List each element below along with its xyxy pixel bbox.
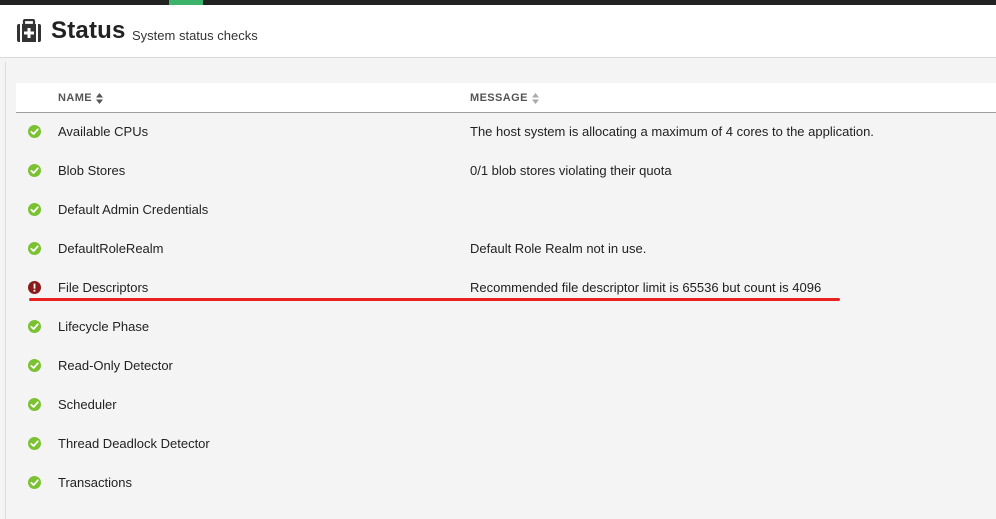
- check-circle-icon: [28, 164, 41, 177]
- row-message: Default Role Realm not in use.: [470, 241, 647, 256]
- row-name: File Descriptors: [58, 280, 149, 295]
- column-header-message-label: MESSAGE: [470, 92, 528, 104]
- page-header: Status System status checks: [0, 5, 996, 58]
- row-name: Default Admin Credentials: [58, 202, 209, 217]
- page-title: Status: [51, 17, 126, 44]
- row-name: Read-Only Detector: [58, 358, 173, 373]
- sort-icon: [96, 92, 103, 104]
- page-subtitle: System status checks: [132, 28, 258, 43]
- annotation-underline: [29, 298, 840, 301]
- check-circle-icon: [28, 437, 41, 450]
- row-name: Transactions: [58, 475, 132, 490]
- check-circle-icon: [28, 320, 41, 333]
- column-header-name[interactable]: NAME: [58, 92, 103, 104]
- table-row[interactable]: Available CPUs The host system is allocat…: [16, 112, 996, 151]
- table-row[interactable]: Thread Deadlock Detector: [16, 424, 996, 463]
- error-exclamation-icon: [28, 281, 41, 294]
- table-row[interactable]: Transactions: [16, 463, 996, 502]
- table-row[interactable]: Default Admin Credentials: [16, 190, 996, 229]
- table-row[interactable]: File Descriptors Recommended file descrip…: [16, 268, 996, 307]
- column-header-message[interactable]: MESSAGE: [470, 92, 539, 104]
- sort-icon: [531, 92, 539, 104]
- row-name: Available CPUs: [58, 124, 149, 139]
- row-message: 0/1 blob stores violating their quota: [470, 163, 672, 178]
- table-row[interactable]: Scheduler: [16, 385, 996, 424]
- first-aid-kit-icon: [17, 19, 41, 42]
- table-row[interactable]: DefaultRoleRealm Default Role Realm not i…: [16, 229, 996, 268]
- check-circle-icon: [28, 203, 41, 216]
- column-header-name-label: NAME: [58, 92, 92, 104]
- row-name: Blob Stores: [58, 163, 126, 178]
- row-name: DefaultRoleRealm: [58, 241, 164, 256]
- table-row[interactable]: Lifecycle Phase: [16, 307, 996, 346]
- row-name: Scheduler: [58, 397, 117, 412]
- row-name: Lifecycle Phase: [58, 319, 150, 334]
- table-header: NAME MESSAGE: [16, 83, 996, 113]
- check-circle-icon: [28, 359, 41, 372]
- check-circle-icon: [28, 398, 41, 411]
- check-circle-icon: [28, 476, 41, 489]
- check-circle-icon: [28, 242, 41, 255]
- table-row[interactable]: Blob Stores 0/1 blob stores violating the…: [16, 151, 996, 190]
- table-row[interactable]: Read-Only Detector: [16, 346, 996, 385]
- row-name: Thread Deadlock Detector: [58, 436, 210, 451]
- row-message: The host system is allocating a maximum …: [470, 124, 874, 139]
- check-circle-icon: [28, 125, 41, 138]
- row-message: Recommended file descriptor limit is 655…: [470, 280, 822, 295]
